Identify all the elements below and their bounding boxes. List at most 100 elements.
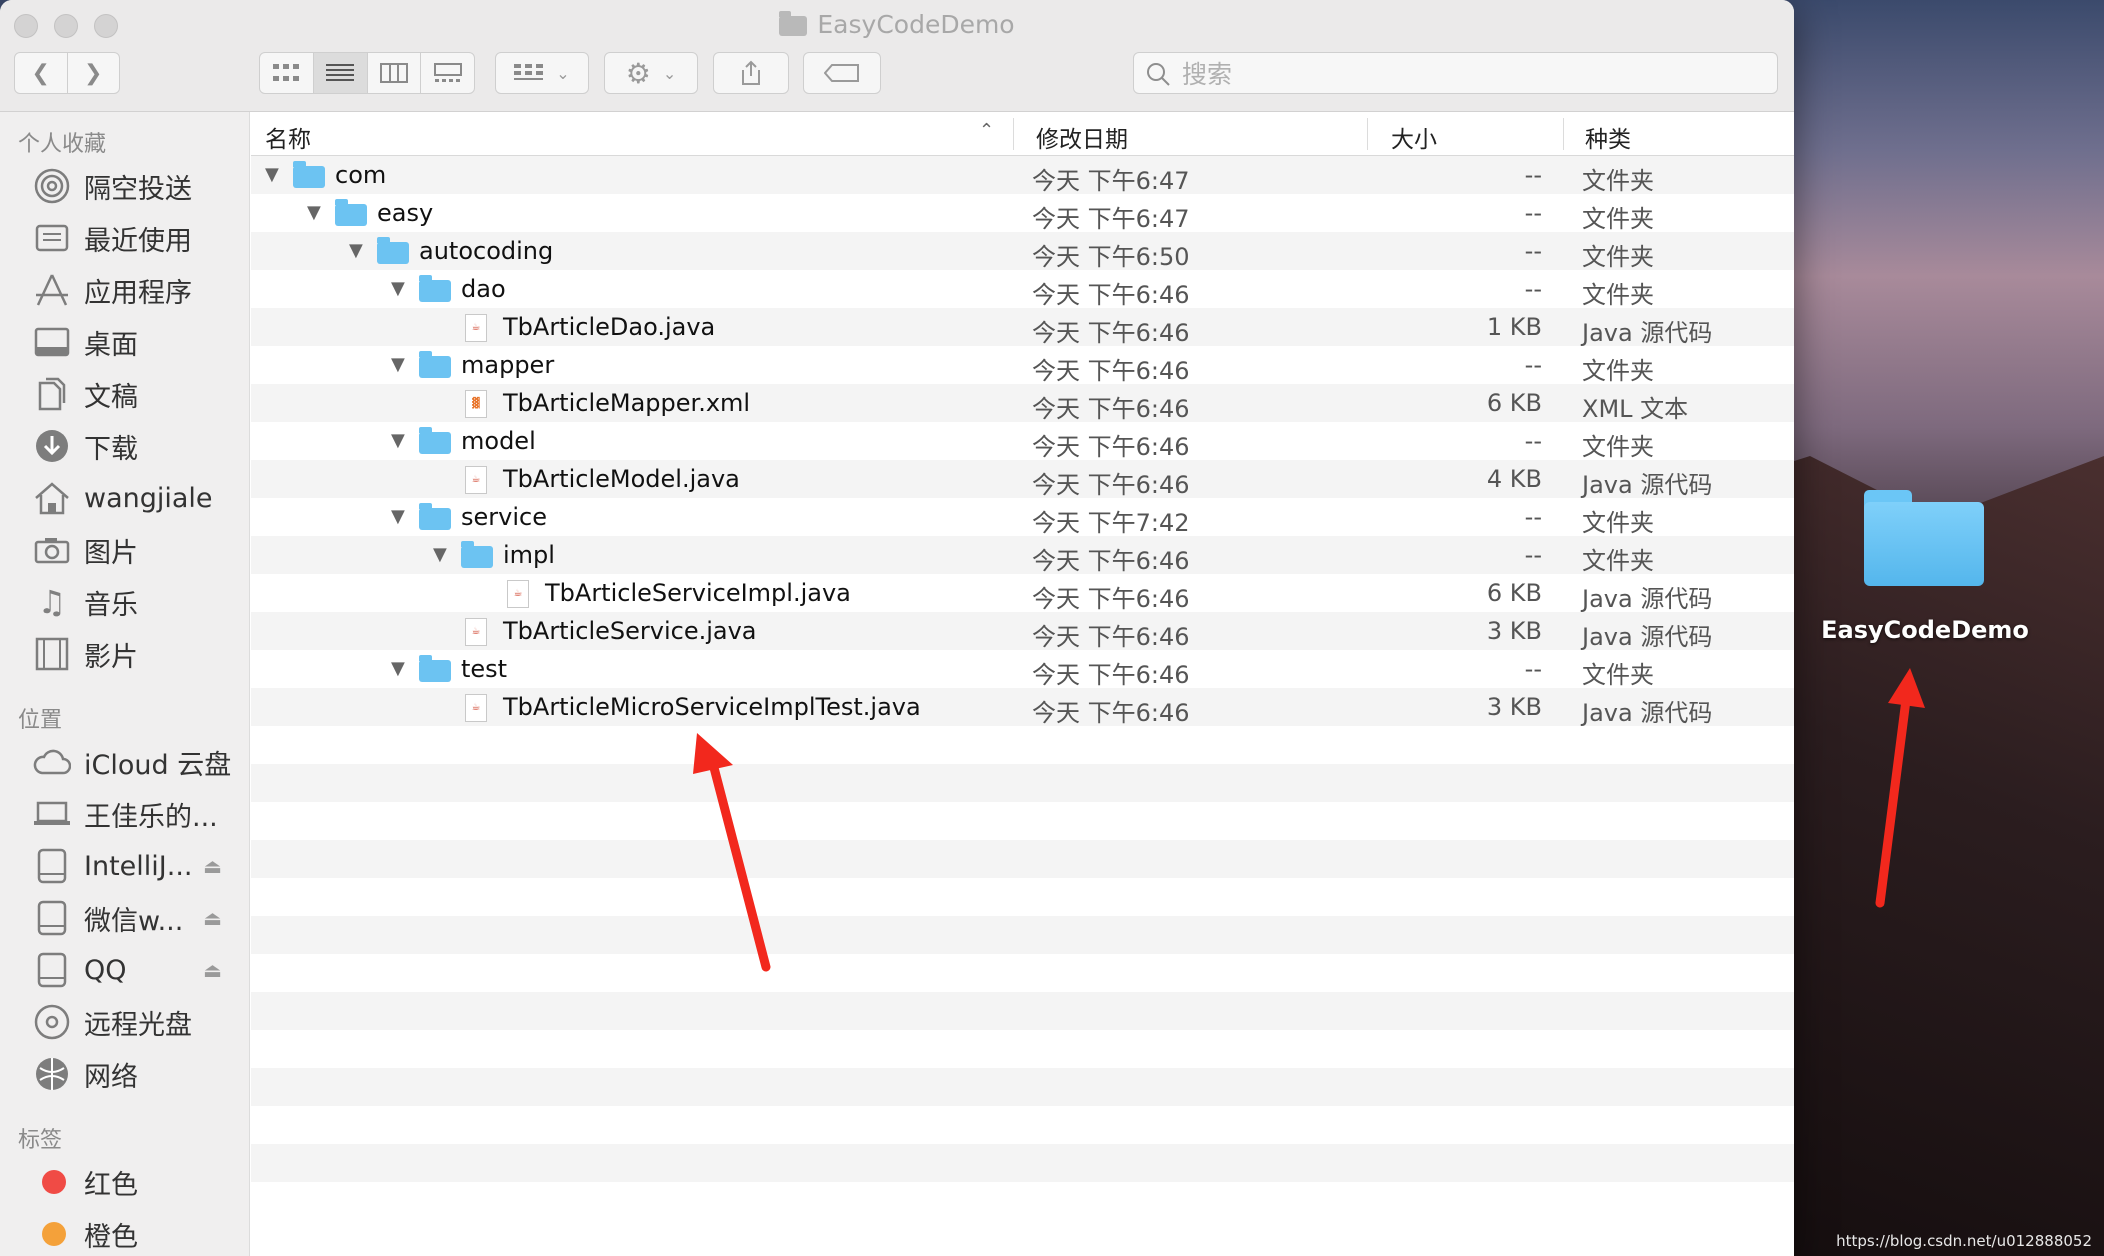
sidebar-item-label: 王佳乐的... — [84, 801, 218, 833]
table-row[interactable]: ☕ TbArticleServiceImpl.java 今天 下午6:46 6 KB J… — [251, 574, 1794, 613]
table-row[interactable]: ☕ TbArticleDao.java 今天 下午6:46 1 KB Java 源代码 — [251, 308, 1794, 347]
file-kind: 文件夹 — [1582, 509, 1654, 537]
sidebar-item-qq-volume[interactable]: QQ ⏏ — [0, 946, 250, 994]
table-row[interactable]: ▼ mapper 今天 下午6:46 -- 文件夹 — [251, 346, 1794, 385]
file-date: 今天 下午6:50 — [1032, 243, 1190, 271]
sidebar-item-movies[interactable]: 影片 — [0, 630, 250, 678]
desktop-folder-icon[interactable] — [1864, 490, 1984, 586]
file-name: impl — [503, 541, 555, 569]
sidebar-item-wechat-volume[interactable]: 微信w... ⏏ — [0, 894, 250, 942]
table-row[interactable]: ▓ TbArticleMapper.xml 今天 下午6:46 6 KB XML 文本 — [251, 384, 1794, 423]
eject-icon[interactable]: ⏏ — [203, 854, 222, 878]
sidebar-item-pictures[interactable]: 图片 — [0, 526, 250, 574]
disclosure-triangle-icon[interactable]: ▼ — [391, 506, 405, 527]
file-size: -- — [1524, 161, 1542, 189]
table-row[interactable]: ▼ com 今天 下午6:47 -- 文件夹 — [251, 156, 1794, 195]
music-icon: ♫ — [37, 583, 67, 621]
file-name: TbArticleModel.java — [503, 465, 740, 493]
table-row[interactable]: ▼ autocoding 今天 下午6:50 -- 文件夹 — [251, 232, 1794, 271]
table-row[interactable]: ☕ TbArticleService.java 今天 下午6:46 3 KB Java … — [251, 612, 1794, 651]
eject-icon[interactable]: ⏏ — [203, 958, 222, 982]
disclosure-triangle-icon[interactable]: ▼ — [433, 544, 447, 565]
java-file-icon: ☕ — [465, 314, 487, 342]
column-date-header[interactable]: 修改日期 — [1036, 120, 1128, 154]
sidebar-item-desktop[interactable]: 桌面 — [0, 318, 250, 366]
sidebar-item-label: 应用程序 — [84, 277, 192, 309]
search-icon — [1147, 63, 1170, 86]
table-row[interactable]: ▼ model 今天 下午6:46 -- 文件夹 — [251, 422, 1794, 461]
sidebar-item-label: 隔空投送 — [84, 173, 192, 205]
folder-icon — [419, 275, 451, 302]
empty-row — [251, 992, 1794, 1030]
disclosure-triangle-icon[interactable]: ▼ — [391, 430, 405, 451]
sidebar-item-network[interactable]: 网络 — [0, 1050, 250, 1098]
file-size: 1 KB — [1486, 313, 1542, 341]
sidebar-item-music[interactable]: ♫ 音乐 — [0, 578, 250, 626]
file-size: -- — [1524, 655, 1542, 683]
table-row[interactable]: ▼ test 今天 下午6:46 -- 文件夹 — [251, 650, 1794, 689]
sidebar-item-home[interactable]: wangjiale — [0, 474, 250, 522]
tags-button[interactable] — [803, 52, 881, 94]
sidebar-item-airdrop[interactable]: 隔空投送 — [0, 162, 250, 210]
column-divider[interactable] — [1367, 118, 1368, 150]
file-size: -- — [1524, 237, 1542, 265]
sidebar-item-applications[interactable]: 应用程序 — [0, 266, 250, 314]
gear-icon: ⚙ — [625, 56, 651, 90]
search-field[interactable] — [1133, 52, 1778, 94]
sidebar-item-label: 图片 — [84, 537, 138, 569]
action-menu-button[interactable]: ⚙ ⌄ — [604, 52, 698, 94]
downloads-icon — [32, 426, 72, 466]
disclosure-triangle-icon[interactable]: ▼ — [391, 278, 405, 299]
desktop-folder-label[interactable]: EasyCodeDemo — [1790, 616, 2060, 644]
table-row[interactable]: ▼ easy 今天 下午6:47 -- 文件夹 — [251, 194, 1794, 233]
column-name-header[interactable]: 名称 — [265, 120, 311, 154]
search-input[interactable] — [1180, 57, 1764, 91]
sort-ascending-icon[interactable]: ⌃ — [979, 120, 994, 141]
table-row[interactable]: ▼ impl 今天 下午6:46 -- 文件夹 — [251, 536, 1794, 575]
sidebar-item-downloads[interactable]: 下载 — [0, 422, 250, 470]
column-view-icon[interactable] — [368, 53, 422, 93]
column-kind-header[interactable]: 种类 — [1585, 120, 1631, 154]
sidebar-item-tag-red[interactable]: 红色 — [0, 1158, 250, 1206]
file-kind: 文件夹 — [1582, 281, 1654, 309]
file-date: 今天 下午6:46 — [1032, 319, 1190, 347]
file-name: service — [461, 503, 547, 531]
sidebar-item-intellij-volume[interactable]: IntelliJ... ⏏ — [0, 842, 250, 890]
sidebar-item-tag-orange[interactable]: 橙色 — [0, 1210, 250, 1256]
sidebar-item-remote-disc[interactable]: 远程光盘 — [0, 998, 250, 1046]
share-button[interactable] — [713, 52, 789, 94]
table-row[interactable]: ▼ service 今天 下午7:42 -- 文件夹 — [251, 498, 1794, 537]
gallery-view-icon[interactable] — [421, 53, 474, 93]
java-file-icon: ☕ — [465, 694, 487, 722]
column-size-header[interactable]: 大小 — [1391, 120, 1437, 154]
chevron-right-icon[interactable]: ❯ — [68, 53, 120, 93]
icon-view-icon[interactable] — [260, 53, 314, 93]
column-divider[interactable] — [1013, 118, 1014, 150]
table-row[interactable]: ▼ dao 今天 下午6:46 -- 文件夹 — [251, 270, 1794, 309]
list-view-icon[interactable] — [313, 53, 368, 93]
disclosure-triangle-icon[interactable]: ▼ — [391, 354, 405, 375]
disclosure-triangle-icon[interactable]: ▼ — [391, 658, 405, 679]
disclosure-triangle-icon[interactable]: ▼ — [307, 202, 321, 223]
column-divider[interactable] — [1563, 118, 1564, 150]
empty-row — [251, 1030, 1794, 1068]
file-date: 今天 下午6:46 — [1032, 395, 1190, 423]
chevron-left-icon[interactable]: ❮ — [15, 53, 68, 93]
eject-icon[interactable]: ⏏ — [203, 906, 222, 930]
sidebar-item-mac[interactable]: 王佳乐的... — [0, 790, 250, 838]
disk-icon — [32, 898, 72, 938]
recents-icon — [32, 218, 72, 258]
disclosure-triangle-icon[interactable]: ▼ — [349, 240, 363, 261]
sidebar-item-icloud[interactable]: iCloud 云盘 — [0, 738, 250, 786]
group-by-button[interactable]: ⌄ — [495, 52, 589, 94]
table-row[interactable]: ☕ TbArticleMicroServiceImplTest.java 今天 下午… — [251, 688, 1794, 727]
table-row[interactable]: ☕ TbArticleModel.java 今天 下午6:46 4 KB Java 源代… — [251, 460, 1794, 499]
cloud-icon — [32, 742, 72, 782]
file-date: 今天 下午6:46 — [1032, 623, 1190, 651]
xml-file-icon: ▓ — [465, 390, 487, 418]
file-date: 今天 下午6:46 — [1032, 547, 1190, 575]
sidebar-item-documents[interactable]: 文稿 — [0, 370, 250, 418]
disclosure-triangle-icon[interactable]: ▼ — [265, 164, 279, 185]
sidebar-item-label: wangjiale — [84, 482, 213, 514]
sidebar-item-recents[interactable]: 最近使用 — [0, 214, 250, 262]
